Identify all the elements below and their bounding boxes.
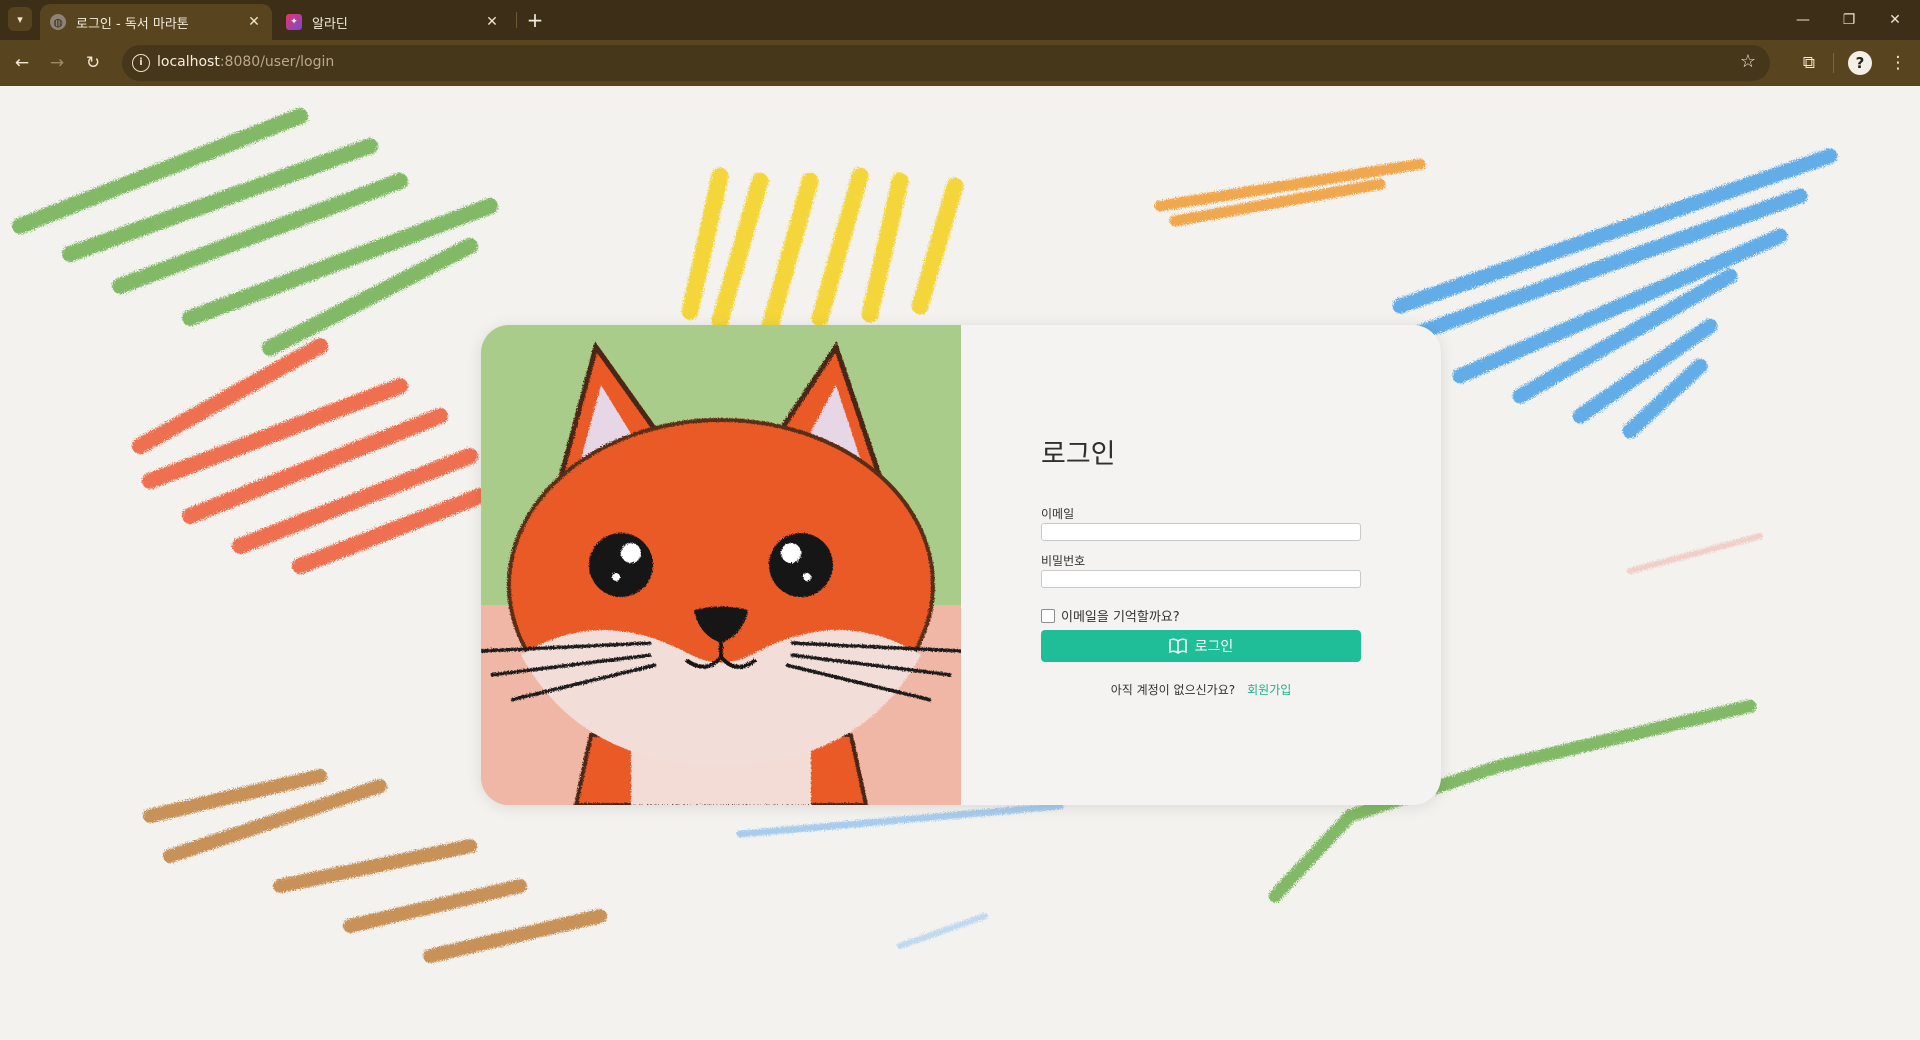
email-label: 이메일 xyxy=(1041,507,1075,521)
back-button[interactable]: ← xyxy=(7,48,37,78)
address-bar[interactable]: i localhost:8080/user/login ☆ xyxy=(122,45,1770,81)
tab-aladin[interactable]: ✦ 알라딘 ✕ xyxy=(276,4,510,40)
menu-kebab-icon[interactable]: ⋮ xyxy=(1883,48,1913,78)
password-field[interactable] xyxy=(1041,570,1361,588)
book-icon xyxy=(1168,638,1187,654)
url-path: :8080/user/login xyxy=(219,54,335,70)
page-viewport: 로그인 이메일 비밀번호 이메일을 기억할까요? 로그인 아직 계정이 없으신가… xyxy=(0,86,1920,1040)
tab-strip: ▾ ◍ 로그인 - 독서 마라톤 ✕ ✦ 알라딘 ✕ + — ❐ ✕ xyxy=(0,0,1920,40)
login-card: 로그인 이메일 비밀번호 이메일을 기억할까요? 로그인 아직 계정이 없으신가… xyxy=(481,325,1441,805)
aladin-favicon-icon: ✦ xyxy=(286,14,302,30)
close-window-button[interactable]: ✕ xyxy=(1872,6,1918,34)
signup-row: 아직 계정이 없으신가요? 회원가입 xyxy=(961,681,1441,698)
close-tab-icon[interactable]: ✕ xyxy=(484,14,500,30)
forward-button[interactable]: → xyxy=(42,48,72,78)
login-button-label: 로그인 xyxy=(1194,639,1234,655)
tab-search-button[interactable]: ▾ xyxy=(8,7,32,31)
extensions-icon[interactable]: ⧉ xyxy=(1794,48,1824,78)
email-field[interactable] xyxy=(1041,523,1361,541)
remember-email-checkbox[interactable] xyxy=(1041,608,1055,623)
signup-prompt: 아직 계정이 없으신가요? xyxy=(1110,683,1236,697)
signup-link[interactable]: 회원가입 xyxy=(1247,683,1291,697)
tab-title: 알라딘 xyxy=(312,16,348,32)
password-label: 비밀번호 xyxy=(1041,554,1086,568)
new-tab-button[interactable]: + xyxy=(522,7,548,33)
toolbar-divider xyxy=(1833,53,1834,73)
url-host: localhost xyxy=(157,54,220,70)
tab-login[interactable]: ◍ 로그인 - 독서 마라톤 ✕ xyxy=(40,4,272,40)
globe-icon: ◍ xyxy=(50,14,66,30)
close-tab-icon[interactable]: ✕ xyxy=(246,14,262,30)
restore-button[interactable]: ❐ xyxy=(1826,6,1872,34)
url-text[interactable]: localhost:8080/user/login xyxy=(157,54,334,70)
tab-divider xyxy=(516,12,517,28)
reload-button[interactable]: ↻ xyxy=(78,48,108,78)
site-info-icon[interactable]: i xyxy=(132,54,150,72)
minimize-button[interactable]: — xyxy=(1780,6,1826,34)
bookmark-star-icon[interactable]: ☆ xyxy=(1740,51,1756,72)
page-title: 로그인 xyxy=(1041,439,1116,470)
browser-toolbar: ← → ↻ i localhost:8080/user/login ☆ ⧉ ? … xyxy=(0,40,1920,86)
fox-illustration xyxy=(481,325,961,805)
remember-email[interactable]: 이메일을 기억할까요? xyxy=(1041,606,1180,625)
login-form: 로그인 이메일 비밀번호 이메일을 기억할까요? 로그인 아직 계정이 없으신가… xyxy=(961,325,1441,805)
login-button[interactable]: 로그인 xyxy=(1041,630,1361,662)
remember-email-label: 이메일을 기억할까요? xyxy=(1061,610,1180,625)
tab-title: 로그인 - 독서 마라톤 xyxy=(76,16,189,32)
profile-avatar[interactable]: ? xyxy=(1848,51,1872,75)
